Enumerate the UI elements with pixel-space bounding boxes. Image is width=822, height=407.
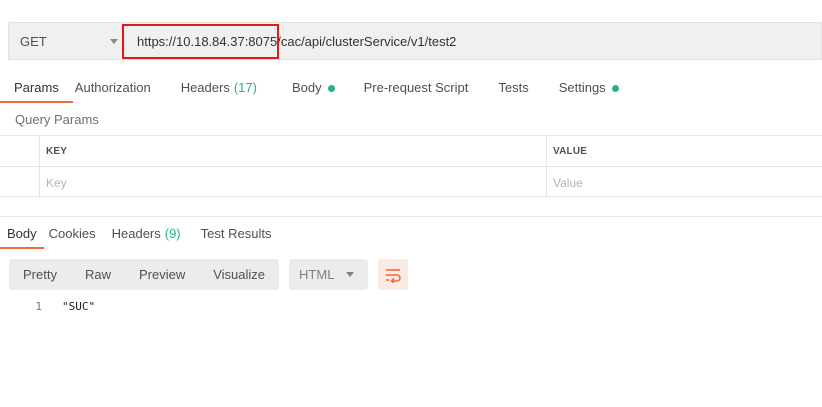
resp-tab-test-results[interactable]: Test Results — [201, 219, 272, 249]
wrap-lines-button[interactable] — [378, 259, 409, 290]
resp-tab-body[interactable]: Body — [0, 219, 44, 249]
resp-headers-count: (9) — [164, 226, 181, 241]
request-tabs: Params Authorization Headers (17) Body P… — [0, 73, 619, 103]
method-select[interactable]: GET — [8, 22, 124, 60]
response-tabs: Body Cookies Headers (9) Test Results — [0, 219, 271, 249]
resp-tab-body-label: Body — [7, 226, 37, 241]
tab-settings-label: Settings — [558, 80, 606, 95]
url-input[interactable]: https://10.18.84.37:8075/cac/api/cluster… — [124, 22, 822, 60]
method-label: GET — [20, 33, 47, 49]
params-header-row: KEY VALUE — [0, 136, 822, 167]
resp-tab-cookies[interactable]: Cookies — [49, 219, 96, 249]
wrap-lines-icon — [386, 268, 401, 283]
settings-status-dot — [611, 85, 619, 92]
resp-tab-cookies-label: Cookies — [48, 226, 96, 241]
tab-pre-request-script[interactable]: Pre-request Script — [364, 73, 469, 103]
params-empty-row: Key Value — [0, 167, 822, 198]
url-text: https://10.18.84.37:8075/cac/api/cluster… — [137, 33, 457, 49]
key-input[interactable]: Key — [40, 167, 547, 198]
format-label: HTML — [299, 267, 335, 282]
tab-tests-label: Tests — [498, 80, 529, 95]
visualize-button[interactable]: Visualize — [199, 259, 279, 290]
format-select[interactable]: HTML — [289, 259, 369, 290]
key-column-header: KEY — [46, 145, 68, 157]
value-placeholder: Value — [553, 175, 583, 190]
preview-button[interactable]: Preview — [125, 259, 199, 290]
line-number: 1 — [35, 300, 42, 313]
resp-tab-headers-label: Headers — [111, 226, 161, 241]
tab-headers[interactable]: Headers (17) — [181, 73, 257, 103]
value-input[interactable]: Value — [547, 167, 822, 198]
code-line: 1 "SUC" — [0, 300, 95, 316]
raw-button[interactable]: Raw — [71, 259, 125, 290]
response-toolbar: Pretty Raw Preview Visualize HTML — [9, 259, 409, 290]
key-placeholder: Key — [46, 175, 67, 190]
row-check-cell[interactable] — [0, 167, 40, 198]
query-params-title: Query Params — [15, 112, 99, 127]
tab-tests[interactable]: Tests — [498, 73, 528, 103]
resp-tab-test-results-label: Test Results — [200, 226, 272, 241]
resp-tab-headers[interactable]: Headers (9) — [112, 219, 181, 249]
line-text[interactable]: "SUC" — [62, 300, 95, 316]
tab-headers-label: Headers — [180, 80, 230, 95]
header-check-cell — [0, 136, 40, 166]
tab-body-label: Body — [291, 80, 322, 95]
params-table: KEY VALUE Key Value — [0, 135, 822, 198]
headers-count: (17) — [233, 80, 257, 95]
request-bar: GET https://10.18.84.37:8075/cac/api/clu… — [8, 22, 822, 60]
chevron-down-icon — [110, 39, 118, 44]
header-key-cell: KEY — [40, 136, 547, 166]
pane-divider[interactable] — [0, 216, 822, 217]
tab-params-label: Params — [14, 80, 59, 95]
tab-params[interactable]: Params — [0, 73, 73, 103]
header-value-cell: VALUE — [547, 136, 822, 166]
tab-authorization-label: Authorization — [74, 80, 151, 95]
chevron-down-icon — [346, 272, 355, 277]
view-mode-group: Pretty Raw Preview Visualize — [9, 259, 280, 290]
tab-body[interactable]: Body — [292, 73, 335, 103]
value-column-header: VALUE — [553, 145, 588, 157]
body-status-dot — [327, 85, 335, 92]
tab-authorization[interactable]: Authorization — [75, 73, 151, 103]
tab-pre-request-label: Pre-request Script — [363, 80, 469, 95]
pretty-button[interactable]: Pretty — [9, 259, 71, 290]
tab-settings[interactable]: Settings — [559, 73, 619, 103]
